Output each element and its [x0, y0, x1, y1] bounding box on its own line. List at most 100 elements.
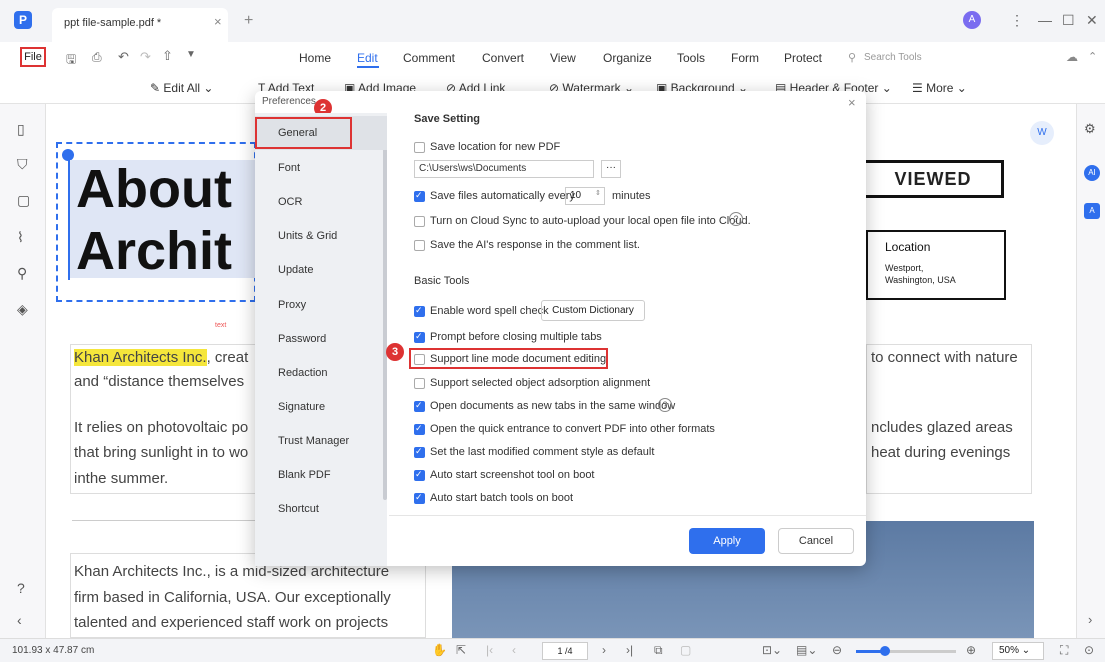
- view-mode-icon[interactable]: ⊡⌄: [762, 643, 782, 657]
- minimize-icon[interactable]: —: [1038, 12, 1052, 28]
- nav-font[interactable]: Font: [278, 162, 300, 174]
- autosave-checkbox[interactable]: [414, 190, 425, 202]
- last-comment-checkbox[interactable]: [414, 446, 425, 458]
- batch-checkbox[interactable]: [414, 492, 425, 504]
- menu-view[interactable]: View: [550, 51, 576, 65]
- hand-tool-icon[interactable]: ✋: [432, 643, 447, 657]
- nav-blank-pdf[interactable]: Blank PDF: [278, 469, 331, 481]
- close-window-icon[interactable]: ✕: [1086, 12, 1098, 29]
- menu-tools[interactable]: Tools: [677, 51, 705, 65]
- autosave-unit: minutes: [612, 190, 651, 202]
- properties-icon[interactable]: ⚙: [1084, 121, 1096, 137]
- nav-scrollbar[interactable]: [383, 118, 387, 500]
- page-layout-icon[interactable]: ▤⌄: [796, 643, 817, 657]
- dialog-divider: [389, 515, 866, 516]
- share-icon[interactable]: ⇧: [162, 48, 173, 64]
- redo-icon[interactable]: ↷: [140, 49, 151, 65]
- stepper-icon[interactable]: ⇕: [595, 189, 601, 197]
- nav-redaction[interactable]: Redaction: [278, 367, 328, 379]
- comment-icon[interactable]: ▢: [17, 192, 30, 209]
- save-location-field[interactable]: C:\Users\ws\Documents: [414, 160, 594, 178]
- dropdown-icon[interactable]: ▼: [186, 49, 196, 60]
- save-ai-checkbox[interactable]: [414, 240, 425, 251]
- nav-general[interactable]: General: [278, 127, 317, 139]
- translate-icon[interactable]: A: [1084, 203, 1100, 219]
- ai-icon[interactable]: AI: [1084, 165, 1100, 181]
- cancel-button[interactable]: Cancel: [778, 528, 854, 554]
- quick-entrance-checkbox[interactable]: [414, 423, 425, 435]
- zoom-level-select[interactable]: 50% ⌄: [992, 642, 1044, 660]
- nav-shortcut[interactable]: Shortcut: [278, 503, 319, 515]
- menu-convert[interactable]: Convert: [482, 51, 524, 65]
- new-tab-icon[interactable]: +: [244, 12, 253, 30]
- nav-trust-manager[interactable]: Trust Manager: [278, 435, 349, 447]
- last-page-icon[interactable]: ›|: [626, 643, 633, 657]
- prev-page-icon[interactable]: ‹: [512, 643, 516, 657]
- cloud-sync-checkbox[interactable]: [414, 216, 425, 227]
- line-mode-checkbox[interactable]: [414, 354, 425, 365]
- fit-page-icon[interactable]: ⧉: [654, 643, 663, 658]
- paragraph-1b: and “distance themselves: [74, 373, 245, 390]
- nav-proxy[interactable]: Proxy: [278, 299, 306, 311]
- close-dialog-icon[interactable]: ×: [848, 95, 856, 110]
- bookmark-icon[interactable]: ⛉: [17, 156, 28, 173]
- fullscreen-icon[interactable]: ⛶: [1060, 643, 1068, 658]
- zoom-in-icon[interactable]: ⊕: [966, 643, 976, 657]
- attachment-icon[interactable]: ⌇: [17, 229, 24, 246]
- nav-units-grid[interactable]: Units & Grid: [278, 230, 337, 242]
- collapse-icon[interactable]: ⌃: [1088, 50, 1097, 63]
- print-icon[interactable]: ⎙: [92, 50, 102, 65]
- help-icon[interactable]: ?: [17, 580, 25, 596]
- cloud-icon[interactable]: ☁: [1066, 50, 1078, 64]
- page-number-input[interactable]: 1 /4: [542, 642, 588, 660]
- cloud-sync-label: Turn on Cloud Sync to auto-upload your l…: [430, 215, 751, 227]
- close-tab-icon[interactable]: ×: [214, 14, 222, 29]
- open-tabs-checkbox[interactable]: [414, 400, 425, 412]
- select-tool-icon[interactable]: ⇱: [456, 643, 466, 657]
- save-location-checkbox[interactable]: [414, 142, 425, 153]
- next-page-icon[interactable]: ›: [602, 643, 606, 657]
- help-tooltip-icon[interactable]: ?: [729, 212, 743, 226]
- menu-comment[interactable]: Comment: [403, 51, 455, 65]
- avatar[interactable]: A: [963, 11, 981, 29]
- paragraph-1a: , creat: [206, 349, 249, 366]
- word-convert-icon[interactable]: W: [1030, 121, 1054, 145]
- undo-icon[interactable]: ↶: [118, 49, 129, 65]
- ai-assistant-icon[interactable]: ⊙: [1084, 643, 1094, 657]
- help-tooltip-icon[interactable]: ?: [658, 398, 672, 412]
- menu-home[interactable]: Home: [299, 51, 331, 65]
- edit-all-button[interactable]: ✎ Edit All ⌄: [150, 81, 213, 95]
- maximize-icon[interactable]: ☐: [1062, 12, 1075, 29]
- collapse-left-icon[interactable]: ‹: [17, 612, 22, 628]
- save-icon[interactable]: 🖫: [66, 50, 76, 71]
- collapse-right-icon[interactable]: ›: [1088, 612, 1092, 627]
- more-options-icon[interactable]: ⋮: [1010, 12, 1024, 29]
- menu-form[interactable]: Form: [731, 51, 759, 65]
- nav-password[interactable]: Password: [278, 333, 326, 345]
- thumbnails-icon[interactable]: ▯: [17, 121, 25, 138]
- menu-organize[interactable]: Organize: [603, 51, 652, 65]
- nav-ocr[interactable]: OCR: [278, 196, 302, 208]
- zoom-slider-handle[interactable]: [880, 646, 890, 656]
- browse-button[interactable]: ···: [601, 160, 621, 178]
- single-page-icon[interactable]: ▢: [680, 643, 691, 657]
- prompt-close-checkbox[interactable]: [414, 331, 425, 343]
- dialog-title: Preferences: [262, 96, 316, 107]
- menu-edit[interactable]: Edit: [357, 51, 378, 65]
- first-page-icon[interactable]: |‹: [486, 643, 493, 657]
- screenshot-checkbox[interactable]: [414, 469, 425, 481]
- zoom-out-icon[interactable]: ⊖: [832, 643, 842, 657]
- more-button[interactable]: ☰ More ⌄: [912, 81, 967, 95]
- spell-check-checkbox[interactable]: [414, 305, 425, 317]
- file-menu[interactable]: File: [20, 47, 46, 67]
- menu-protect[interactable]: Protect: [784, 51, 822, 65]
- custom-dictionary-button[interactable]: Custom Dictionary: [541, 300, 645, 321]
- right-line-1: to connect with nature: [871, 349, 1018, 366]
- search-panel-icon[interactable]: ⚲: [17, 265, 27, 282]
- layers-icon[interactable]: ◈: [17, 301, 28, 318]
- nav-signature[interactable]: Signature: [278, 401, 325, 413]
- search-tools-input[interactable]: Search Tools: [864, 52, 922, 63]
- adsorption-checkbox[interactable]: [414, 378, 425, 389]
- apply-button[interactable]: Apply: [689, 528, 765, 554]
- nav-update[interactable]: Update: [278, 264, 313, 276]
